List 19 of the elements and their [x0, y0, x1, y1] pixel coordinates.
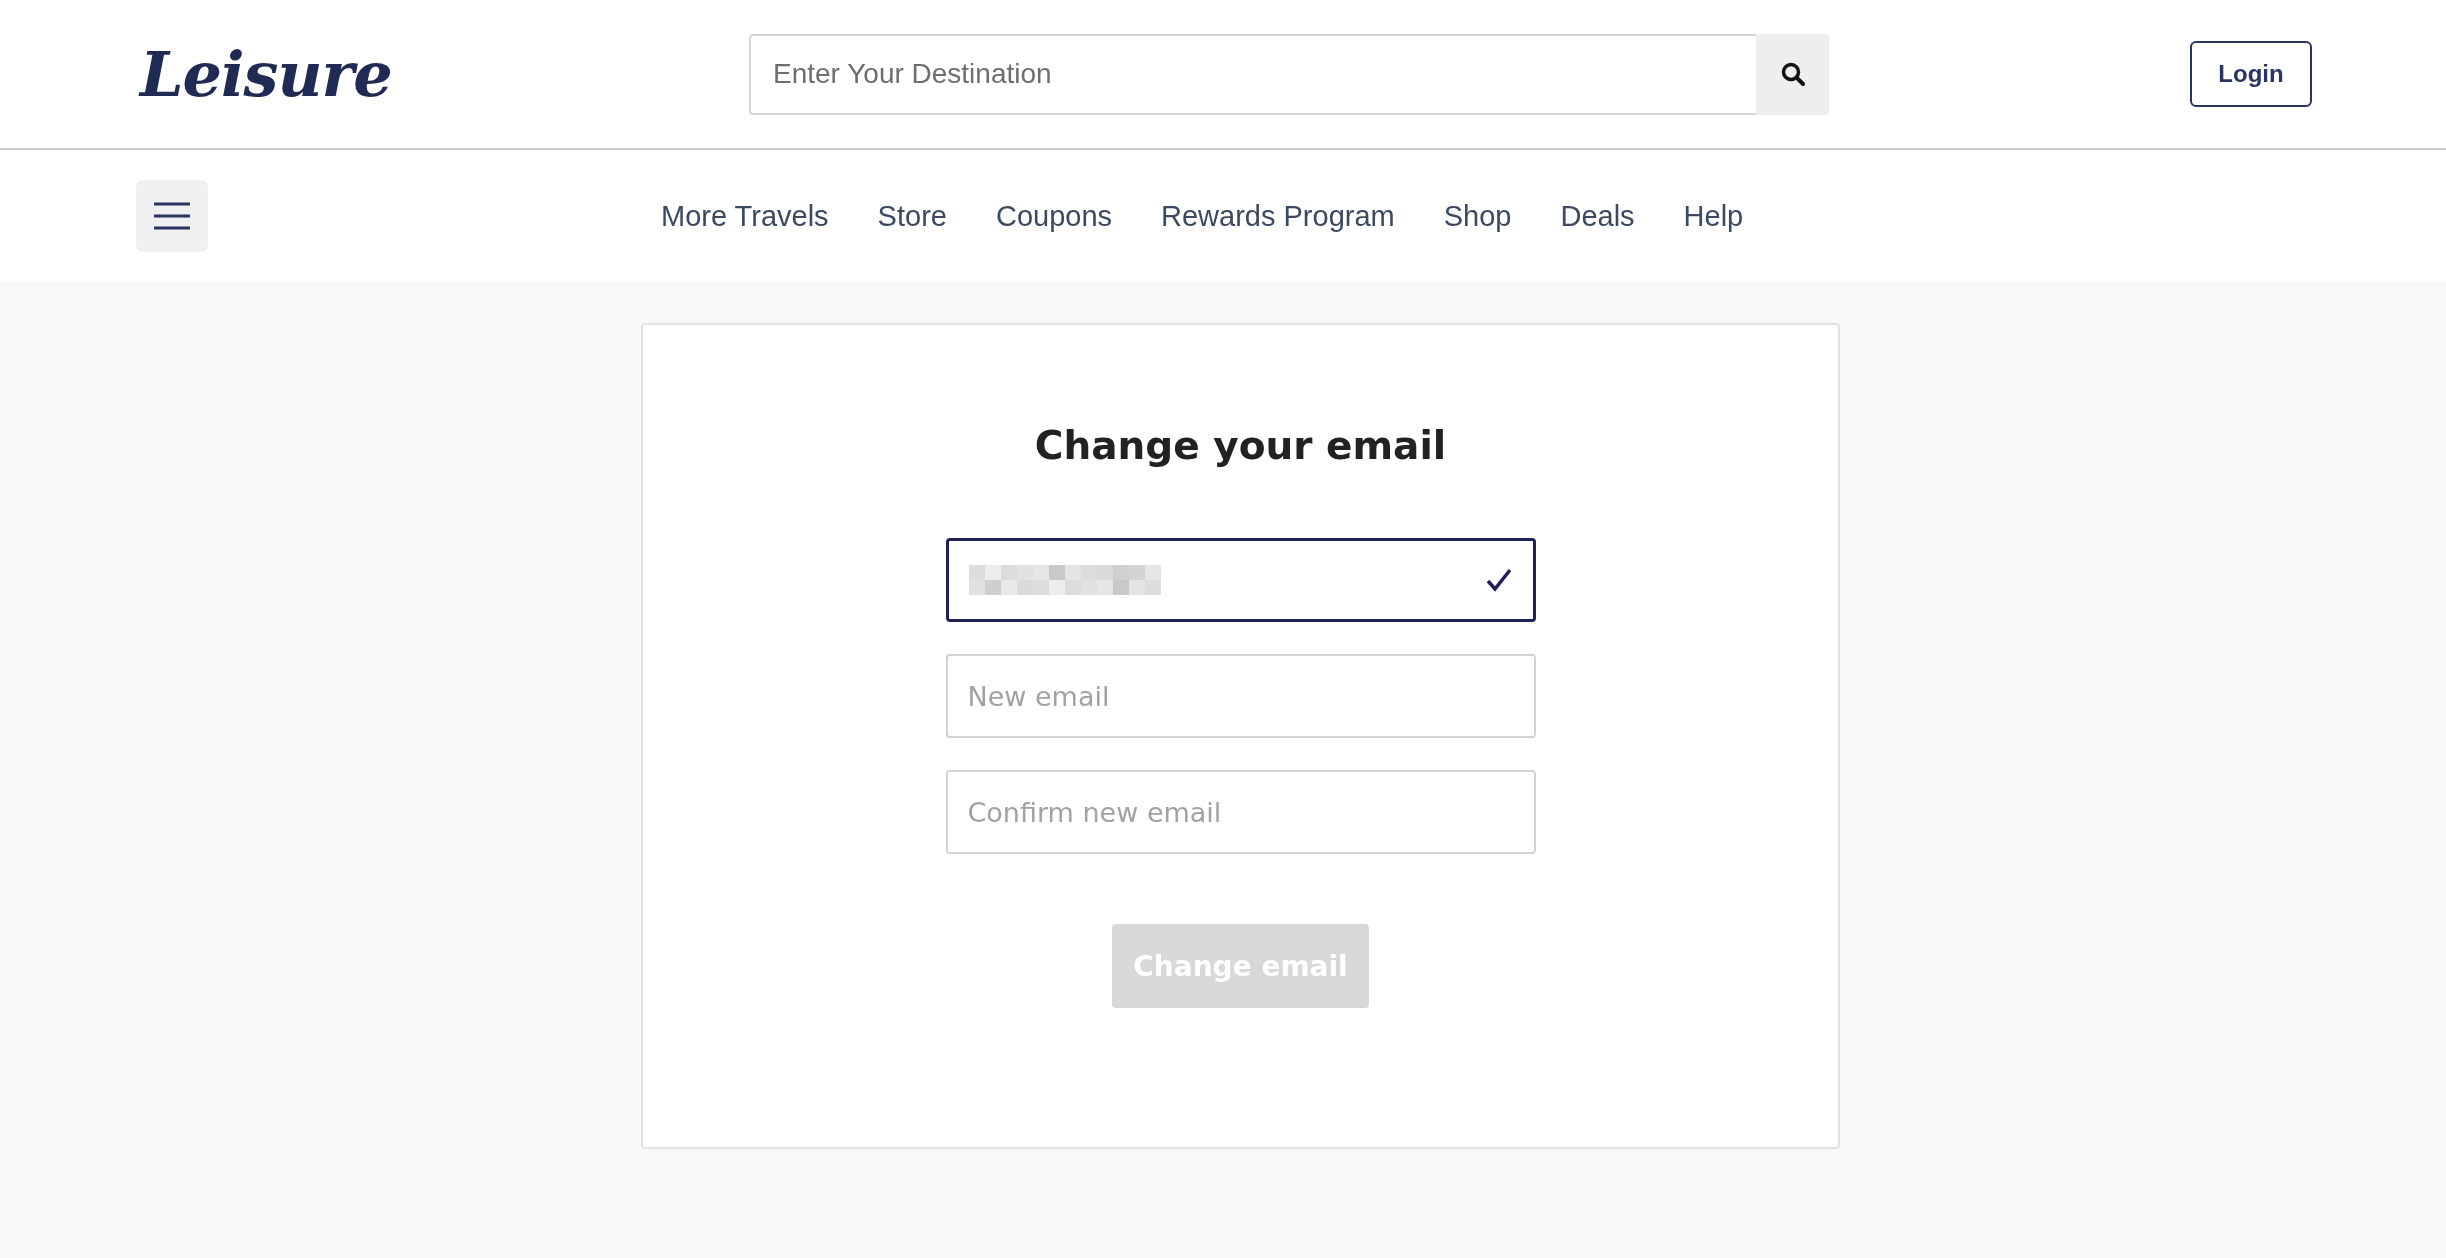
nav-link[interactable]: Rewards Program	[1161, 199, 1395, 233]
search-icon	[1779, 61, 1806, 87]
email-field[interactable]: New email	[945, 654, 1536, 738]
logo[interactable]: Leisure	[140, 37, 749, 111]
current-email-field[interactable]	[945, 538, 1536, 622]
form-title: Change your email	[1034, 423, 1447, 468]
nav-link[interactable]: More Travels	[661, 199, 829, 233]
nav-link[interactable]: Shop	[1443, 199, 1512, 233]
menu-icon	[153, 202, 191, 230]
login-button[interactable]: Login	[2190, 41, 2312, 107]
menu-button[interactable]	[136, 180, 208, 252]
nav-link[interactable]: Deals	[1560, 199, 1635, 233]
nav-link[interactable]: Help	[1683, 199, 1744, 233]
search-field[interactable]: Enter Your Destination	[749, 33, 1756, 115]
nav-link[interactable]: Coupons	[995, 199, 1113, 233]
nav-link[interactable]: Store	[877, 199, 947, 233]
check-icon	[1484, 567, 1513, 593]
email-field[interactable]: Confirm new email	[945, 770, 1536, 854]
search-button[interactable]	[1756, 33, 1829, 115]
